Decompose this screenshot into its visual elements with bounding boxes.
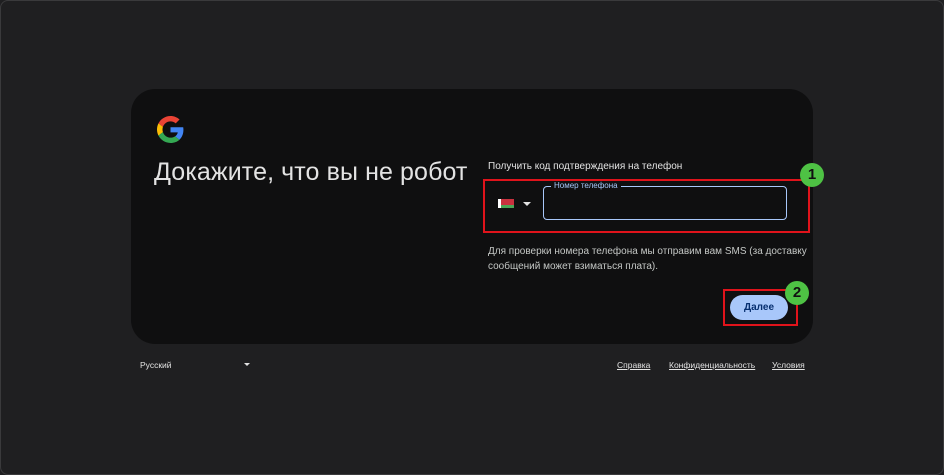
phone-field-label: Номер телефона bbox=[551, 181, 621, 191]
sms-hint-text: Для проверки номера телефона мы отправим… bbox=[488, 246, 807, 272]
language-select[interactable]: Русский bbox=[140, 356, 252, 374]
help-link[interactable]: Справка bbox=[617, 356, 650, 374]
belarus-flag-icon bbox=[498, 199, 514, 208]
terms-link[interactable]: Условия bbox=[772, 356, 805, 374]
phone-number-input[interactable] bbox=[550, 193, 782, 215]
google-logo-icon bbox=[157, 116, 184, 143]
phone-section-label: Получить код подтверждения на телефон bbox=[488, 161, 683, 172]
annotation-badge-1: 1 bbox=[800, 163, 824, 187]
chevron-down-icon bbox=[523, 202, 531, 206]
next-button[interactable]: Далее bbox=[730, 295, 788, 320]
annotation-badge-2: 2 bbox=[785, 281, 809, 305]
language-label: Русский bbox=[140, 360, 172, 370]
privacy-link[interactable]: Конфиденциальность bbox=[669, 356, 755, 374]
page-title: Докажите, что вы не робот bbox=[154, 158, 468, 186]
country-code-select[interactable] bbox=[496, 195, 536, 213]
phone-number-field[interactable]: Номер телефона bbox=[543, 181, 787, 220]
chevron-down-icon bbox=[244, 363, 250, 366]
